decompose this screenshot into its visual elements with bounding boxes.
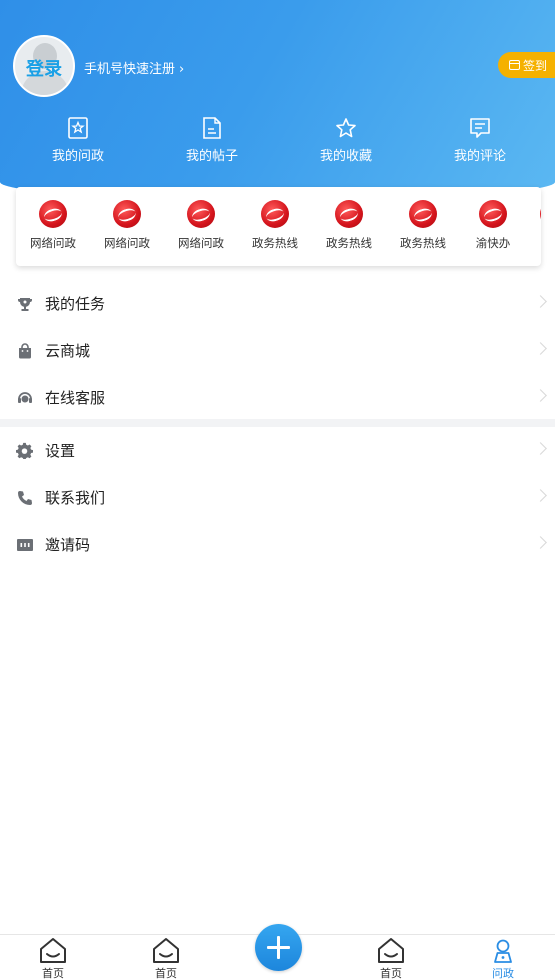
quick-link-my-favorites[interactable]: 我的收藏: [279, 117, 413, 164]
service-label: 政务热线: [326, 236, 372, 250]
service-label: 政务热线: [400, 236, 446, 250]
quick-link-label: 我的评论: [453, 149, 506, 164]
user-badge-icon: [494, 939, 512, 963]
tab-label: 问政: [492, 967, 514, 980]
menu-group-1: 我的任务 云商城 在线客服: [0, 280, 555, 421]
phone-icon: [16, 489, 33, 506]
message-dots-icon: [16, 536, 33, 553]
login-label[interactable]: 登录: [15, 55, 73, 81]
service-item[interactable]: 政务热线: [238, 187, 312, 266]
quick-link-my-posts[interactable]: 我的帖子: [145, 117, 279, 164]
quick-links: 我的问政 我的帖子 我的收藏 我的评论: [0, 117, 555, 164]
tab-home-1[interactable]: 首页: [23, 937, 83, 980]
service-logo-icon: [113, 200, 141, 228]
menu-item-online-support[interactable]: 在线客服: [0, 374, 555, 421]
chevron-right-icon: [534, 536, 547, 549]
menu-item-my-tasks[interactable]: 我的任务: [0, 280, 555, 327]
service-logo-icon: [479, 200, 507, 228]
service-label: 政务热线: [252, 236, 298, 250]
menu-item-label: 邀请码: [45, 536, 91, 554]
quick-link-label: 我的收藏: [319, 149, 372, 164]
sign-in-label: 签到: [523, 58, 548, 73]
home-icon: [40, 938, 66, 963]
service-logo-icon: [261, 200, 289, 228]
service-item[interactable]: 网络问政: [90, 187, 164, 266]
quick-link-label: 我的帖子: [185, 149, 238, 164]
register-text: 手机号快速注册: [84, 62, 176, 77]
comment-icon: [470, 118, 490, 138]
menu-item-label: 在线客服: [45, 389, 106, 407]
shopping-bag-icon: [16, 342, 33, 359]
tab-inquiry[interactable]: 问政: [473, 937, 533, 980]
service-item[interactable]: 政务热线: [312, 187, 386, 266]
service-logo-icon: [39, 200, 67, 228]
section-divider: [0, 419, 555, 427]
tab-home-3[interactable]: 首页: [361, 937, 421, 980]
menu-item-invite-code[interactable]: 邀请码: [0, 521, 555, 568]
menu-item-label: 联系我们: [45, 489, 106, 507]
calendar-icon: [509, 60, 520, 70]
service-label: 网络问政: [178, 236, 224, 250]
service-item[interactable]: 网络问政: [16, 187, 90, 266]
document-icon: [203, 117, 221, 139]
profile-header: 登录 手机号快速注册 › 签到 我的问政 我的帖子 我的收藏 我的评论: [0, 0, 555, 200]
quick-link-label: 我的问政: [51, 149, 104, 164]
headset-icon: [16, 389, 33, 406]
chevron-right-icon: ›: [179, 62, 185, 77]
menu-item-label: 设置: [45, 442, 76, 460]
service-item[interactable]: 渝: [526, 187, 541, 266]
tab-home-2[interactable]: 首页: [136, 937, 196, 980]
service-item[interactable]: 政务热线: [386, 187, 460, 266]
service-logo-icon: [409, 200, 437, 228]
services-card: 网络问政 网络问政 网络问政 政务热线 政务热线 政务热线 渝快办 渝: [16, 187, 541, 266]
trophy-icon: [16, 295, 33, 312]
gear-icon: [16, 442, 33, 459]
tab-label: 首页: [155, 967, 177, 980]
service-label: 渝快办: [475, 236, 511, 250]
home-icon: [378, 938, 404, 963]
star-badge-icon: [68, 117, 88, 139]
chevron-right-icon: [534, 342, 547, 355]
menu-group-2: 设置 联系我们 邀请码: [0, 427, 555, 568]
quick-register-link[interactable]: 手机号快速注册 ›: [84, 58, 184, 77]
star-icon: [336, 118, 356, 138]
avatar[interactable]: 登录: [13, 35, 75, 97]
service-item[interactable]: 网络问政: [164, 187, 238, 266]
quick-link-my-inquiries[interactable]: 我的问政: [11, 117, 145, 164]
service-item[interactable]: 渝快办: [460, 187, 526, 266]
tab-label: 首页: [380, 967, 402, 980]
chevron-right-icon: [534, 295, 547, 308]
chevron-right-icon: [534, 389, 547, 402]
chevron-right-icon: [534, 489, 547, 502]
service-label: 网络问政: [104, 236, 150, 250]
tab-label: 首页: [42, 967, 64, 980]
sign-in-button[interactable]: 签到: [498, 52, 555, 78]
service-logo-icon: [335, 200, 363, 228]
menu-item-label: 云商城: [45, 342, 91, 360]
service-logo-icon: [540, 200, 541, 228]
service-logo-icon: [187, 200, 215, 228]
service-label: 网络问政: [30, 236, 76, 250]
quick-link-my-comments[interactable]: 我的评论: [413, 117, 547, 164]
add-post-button[interactable]: [255, 924, 302, 971]
menu-item-label: 我的任务: [45, 295, 106, 313]
menu-item-settings[interactable]: 设置: [0, 427, 555, 474]
menu-item-cloud-mall[interactable]: 云商城: [0, 327, 555, 374]
menu-item-contact-us[interactable]: 联系我们: [0, 474, 555, 521]
home-icon: [153, 938, 179, 963]
chevron-right-icon: [534, 442, 547, 455]
